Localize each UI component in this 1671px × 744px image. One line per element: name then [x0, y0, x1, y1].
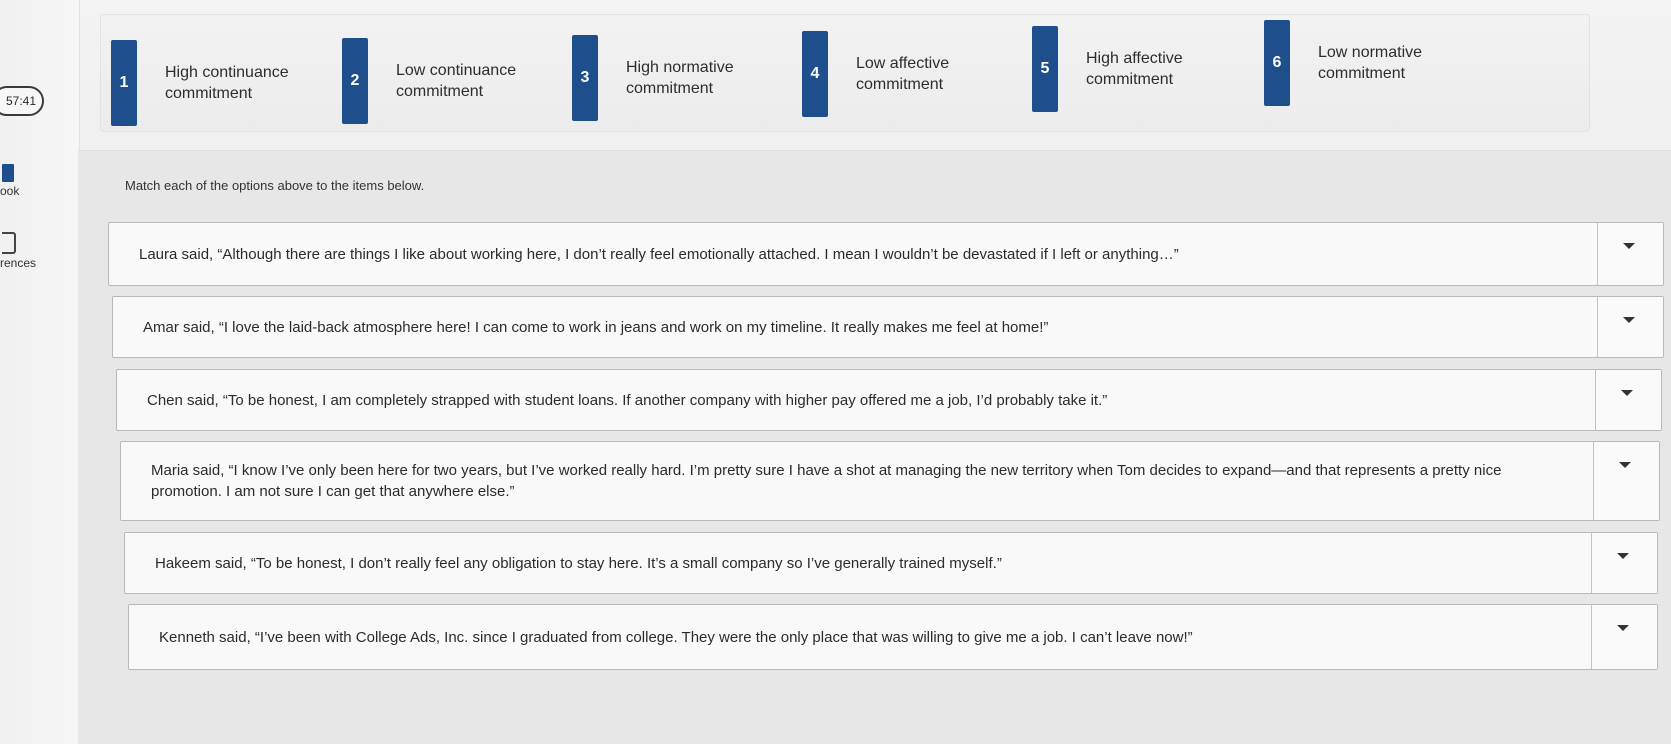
option-2[interactable]: 2 Low continuance commitment — [342, 38, 546, 124]
match-item: Chen said, “To be honest, I am completel… — [116, 369, 1662, 431]
answer-dropdown[interactable] — [1591, 605, 1657, 669]
option-number: 2 — [342, 38, 368, 124]
book-icon — [2, 164, 14, 182]
answer-dropdown[interactable] — [1591, 533, 1657, 593]
chevron-down-icon — [1621, 390, 1633, 396]
match-item: Laura said, “Although there are things I… — [108, 222, 1664, 286]
instruction-text: Match each of the options above to the i… — [125, 178, 425, 193]
statement-text: Maria said, “I know I’ve only been here … — [151, 462, 1502, 500]
references-label: rences — [0, 256, 37, 270]
option-3[interactable]: 3 High normative commitment — [572, 35, 776, 121]
statement-text: Kenneth said, “I’ve been with College Ad… — [159, 628, 1193, 646]
statement-text: Chen said, “To be honest, I am completel… — [147, 391, 1108, 409]
references-link[interactable]: rences — [0, 232, 72, 270]
match-item: Amar said, “I love the laid-back atmosph… — [112, 296, 1664, 358]
option-label: Low continuance commitment — [396, 62, 517, 100]
statement-text: Laura said, “Although there are things I… — [139, 245, 1179, 263]
chevron-down-icon — [1617, 625, 1629, 631]
chevron-down-icon — [1623, 243, 1635, 249]
match-item: Maria said, “I know I’ve only been here … — [120, 441, 1660, 521]
option-label: Low affective commitment — [856, 55, 950, 93]
option-number: 3 — [572, 35, 598, 121]
answer-dropdown[interactable] — [1595, 370, 1661, 430]
chevron-down-icon — [1617, 553, 1629, 559]
match-item: Kenneth said, “I’ve been with College Ad… — [128, 604, 1658, 670]
option-number: 1 — [111, 40, 137, 126]
references-icon — [2, 232, 16, 254]
option-4[interactable]: 4 Low affective commitment — [802, 31, 1006, 117]
option-number: 6 — [1264, 20, 1290, 106]
answer-dropdown[interactable] — [1597, 297, 1663, 357]
option-6[interactable]: 6 Low normative commitment — [1264, 20, 1468, 106]
answer-dropdown[interactable] — [1597, 223, 1663, 285]
statement-text: Amar said, “I love the laid-back atmosph… — [143, 318, 1049, 336]
timer: 57:41 — [0, 86, 44, 116]
chevron-down-icon — [1623, 317, 1635, 323]
ebook-label: ook — [0, 184, 20, 198]
option-number: 5 — [1032, 26, 1058, 112]
option-label: High normative commitment — [626, 59, 734, 97]
option-label: High affective commitment — [1086, 50, 1183, 88]
option-label: Low normative commitment — [1318, 44, 1423, 82]
option-1[interactable]: 1 High continuance commitment — [111, 40, 315, 126]
option-5[interactable]: 5 High affective commitment — [1032, 26, 1236, 112]
option-number: 4 — [802, 31, 828, 117]
ebook-link[interactable]: ook — [0, 164, 72, 198]
chevron-down-icon — [1619, 462, 1631, 468]
statement-text: Hakeem said, “To be honest, I don’t real… — [155, 554, 1002, 572]
left-rail: 57:41 ook rences — [0, 0, 80, 744]
match-item: Hakeem said, “To be honest, I don’t real… — [124, 532, 1658, 594]
answer-dropdown[interactable] — [1593, 442, 1659, 520]
option-label: High continuance commitment — [165, 64, 289, 102]
